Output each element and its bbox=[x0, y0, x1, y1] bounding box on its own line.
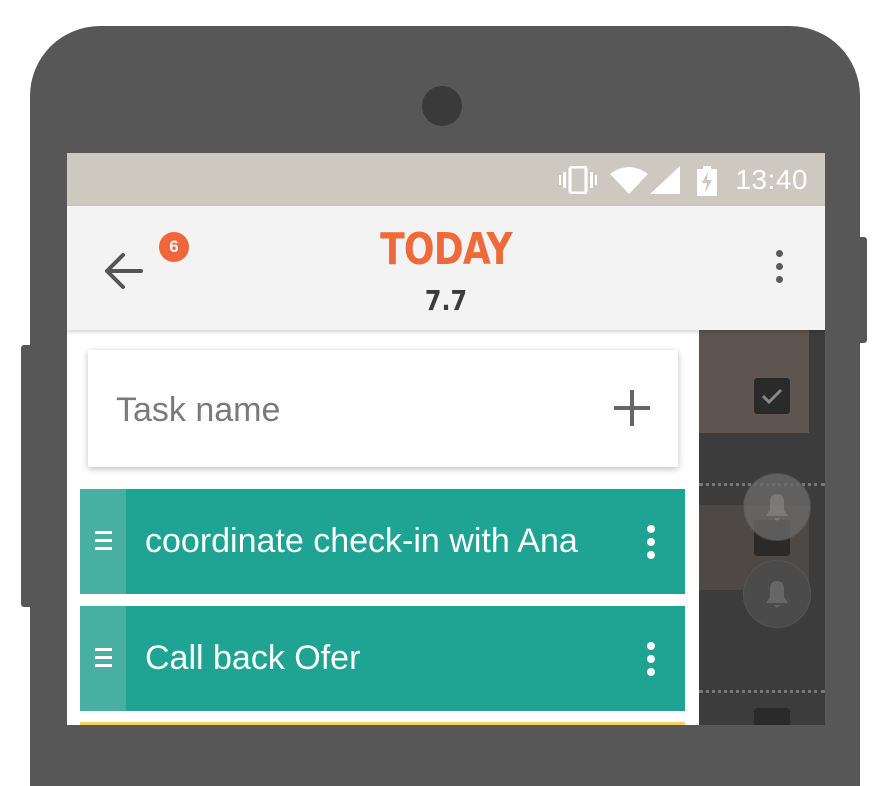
more-vert-icon[interactable] bbox=[767, 250, 791, 290]
page-date: 7.7 bbox=[424, 284, 468, 317]
page-title: TODAY bbox=[380, 224, 513, 275]
task-list-panel: coordinate check-in with Ana Call back O… bbox=[67, 330, 699, 725]
phone-power-button bbox=[855, 237, 867, 343]
more-vert-icon[interactable] bbox=[641, 525, 661, 565]
phone-volume-button bbox=[21, 345, 33, 607]
new-task-card bbox=[88, 350, 678, 467]
signal-icon bbox=[650, 166, 680, 194]
battery-charging-icon bbox=[697, 166, 717, 196]
status-bar: 13:40 bbox=[67, 153, 825, 206]
screen: 13:40 6 TODAY 7.7 Task name coordinate c… bbox=[67, 153, 825, 725]
vibrate-icon bbox=[559, 166, 597, 194]
camera-icon bbox=[422, 86, 462, 126]
task-label[interactable]: coordinate check-in with Ana bbox=[145, 522, 578, 561]
background-task-panel bbox=[699, 330, 825, 725]
task-name-input[interactable] bbox=[114, 384, 598, 436]
task-label[interactable]: Call back Ofer bbox=[145, 639, 360, 678]
bell-icon bbox=[743, 473, 811, 541]
checkbox-icon bbox=[754, 378, 790, 414]
drag-handle-icon[interactable] bbox=[80, 489, 126, 594]
wifi-icon bbox=[610, 167, 648, 194]
app-bar: 6 TODAY 7.7 bbox=[67, 206, 825, 330]
drag-handle-icon[interactable] bbox=[80, 606, 126, 711]
divider bbox=[699, 690, 825, 693]
plus-icon[interactable] bbox=[612, 388, 652, 428]
status-time: 13:40 bbox=[735, 164, 808, 195]
more-vert-icon[interactable] bbox=[641, 642, 661, 682]
checkbox-icon bbox=[754, 708, 790, 725]
task-row[interactable]: coordinate check-in with Ana bbox=[80, 489, 685, 594]
task-row[interactable]: Call back Ofer bbox=[80, 606, 685, 711]
bell-icon bbox=[743, 560, 811, 628]
